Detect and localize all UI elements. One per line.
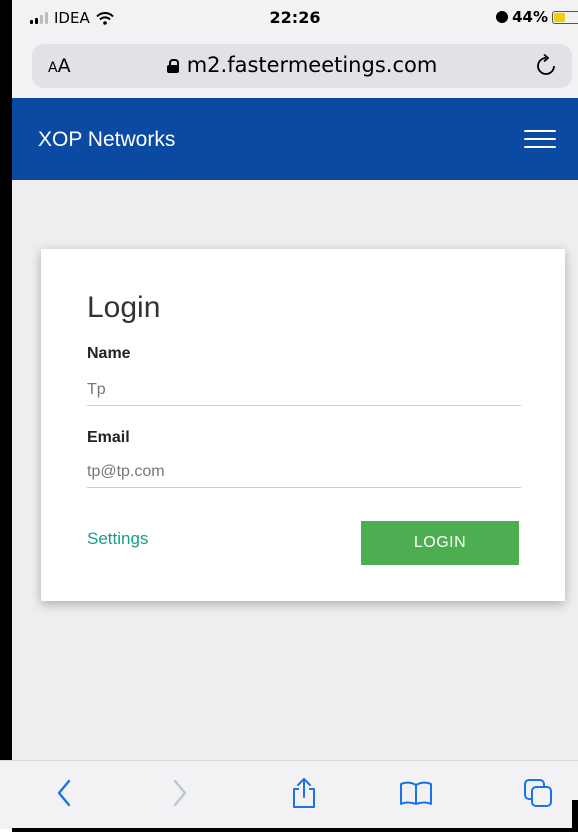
browser-address-area: AA m2.fastermeetings.com <box>12 36 578 98</box>
email-input[interactable] <box>87 457 521 488</box>
status-bar: IDEA 22:26 44% <box>12 0 578 36</box>
address-bar[interactable]: AA m2.fastermeetings.com <box>32 44 572 88</box>
bookmarks-button[interactable] <box>398 775 434 811</box>
tabs-icon <box>524 779 552 807</box>
url-text: m2.fastermeetings.com <box>186 53 438 77</box>
app-header: XOP Networks <box>12 98 578 180</box>
login-button[interactable]: LOGIN <box>361 521 519 565</box>
name-input[interactable] <box>87 375 521 406</box>
alarm-icon <box>496 11 509 23</box>
name-label: Name <box>87 345 131 362</box>
page-content: Login Name Email Settings LOGIN <box>12 180 578 760</box>
forward-button[interactable] <box>162 775 198 811</box>
screen: IDEA 22:26 44% AA m2.fastermeetings.com <box>0 0 578 832</box>
brand-title[interactable]: XOP Networks <box>38 128 175 152</box>
device-bezel-left <box>0 0 12 760</box>
share-button[interactable] <box>286 775 322 811</box>
battery-icon <box>552 10 578 24</box>
share-icon <box>293 778 315 808</box>
battery-percent: 44% <box>512 8 548 26</box>
url-display[interactable]: m2.fastermeetings.com <box>32 53 572 77</box>
email-label: Email <box>87 429 130 446</box>
login-card: Login Name Email Settings LOGIN <box>41 249 565 601</box>
lock-icon <box>166 59 179 73</box>
device-bezel-bottom <box>12 828 578 832</box>
status-right: 44% <box>496 8 578 26</box>
chevron-left-icon <box>57 779 71 807</box>
hamburger-menu-icon[interactable] <box>524 130 556 148</box>
browser-toolbar <box>0 760 578 829</box>
chevron-right-icon <box>173 779 187 807</box>
reload-icon[interactable] <box>536 53 558 83</box>
back-button[interactable] <box>46 775 82 811</box>
page-title: Login <box>87 291 161 324</box>
tabs-button[interactable] <box>520 775 556 811</box>
book-icon <box>400 781 432 805</box>
status-time: 22:26 <box>269 8 321 27</box>
settings-link[interactable]: Settings <box>87 529 148 549</box>
